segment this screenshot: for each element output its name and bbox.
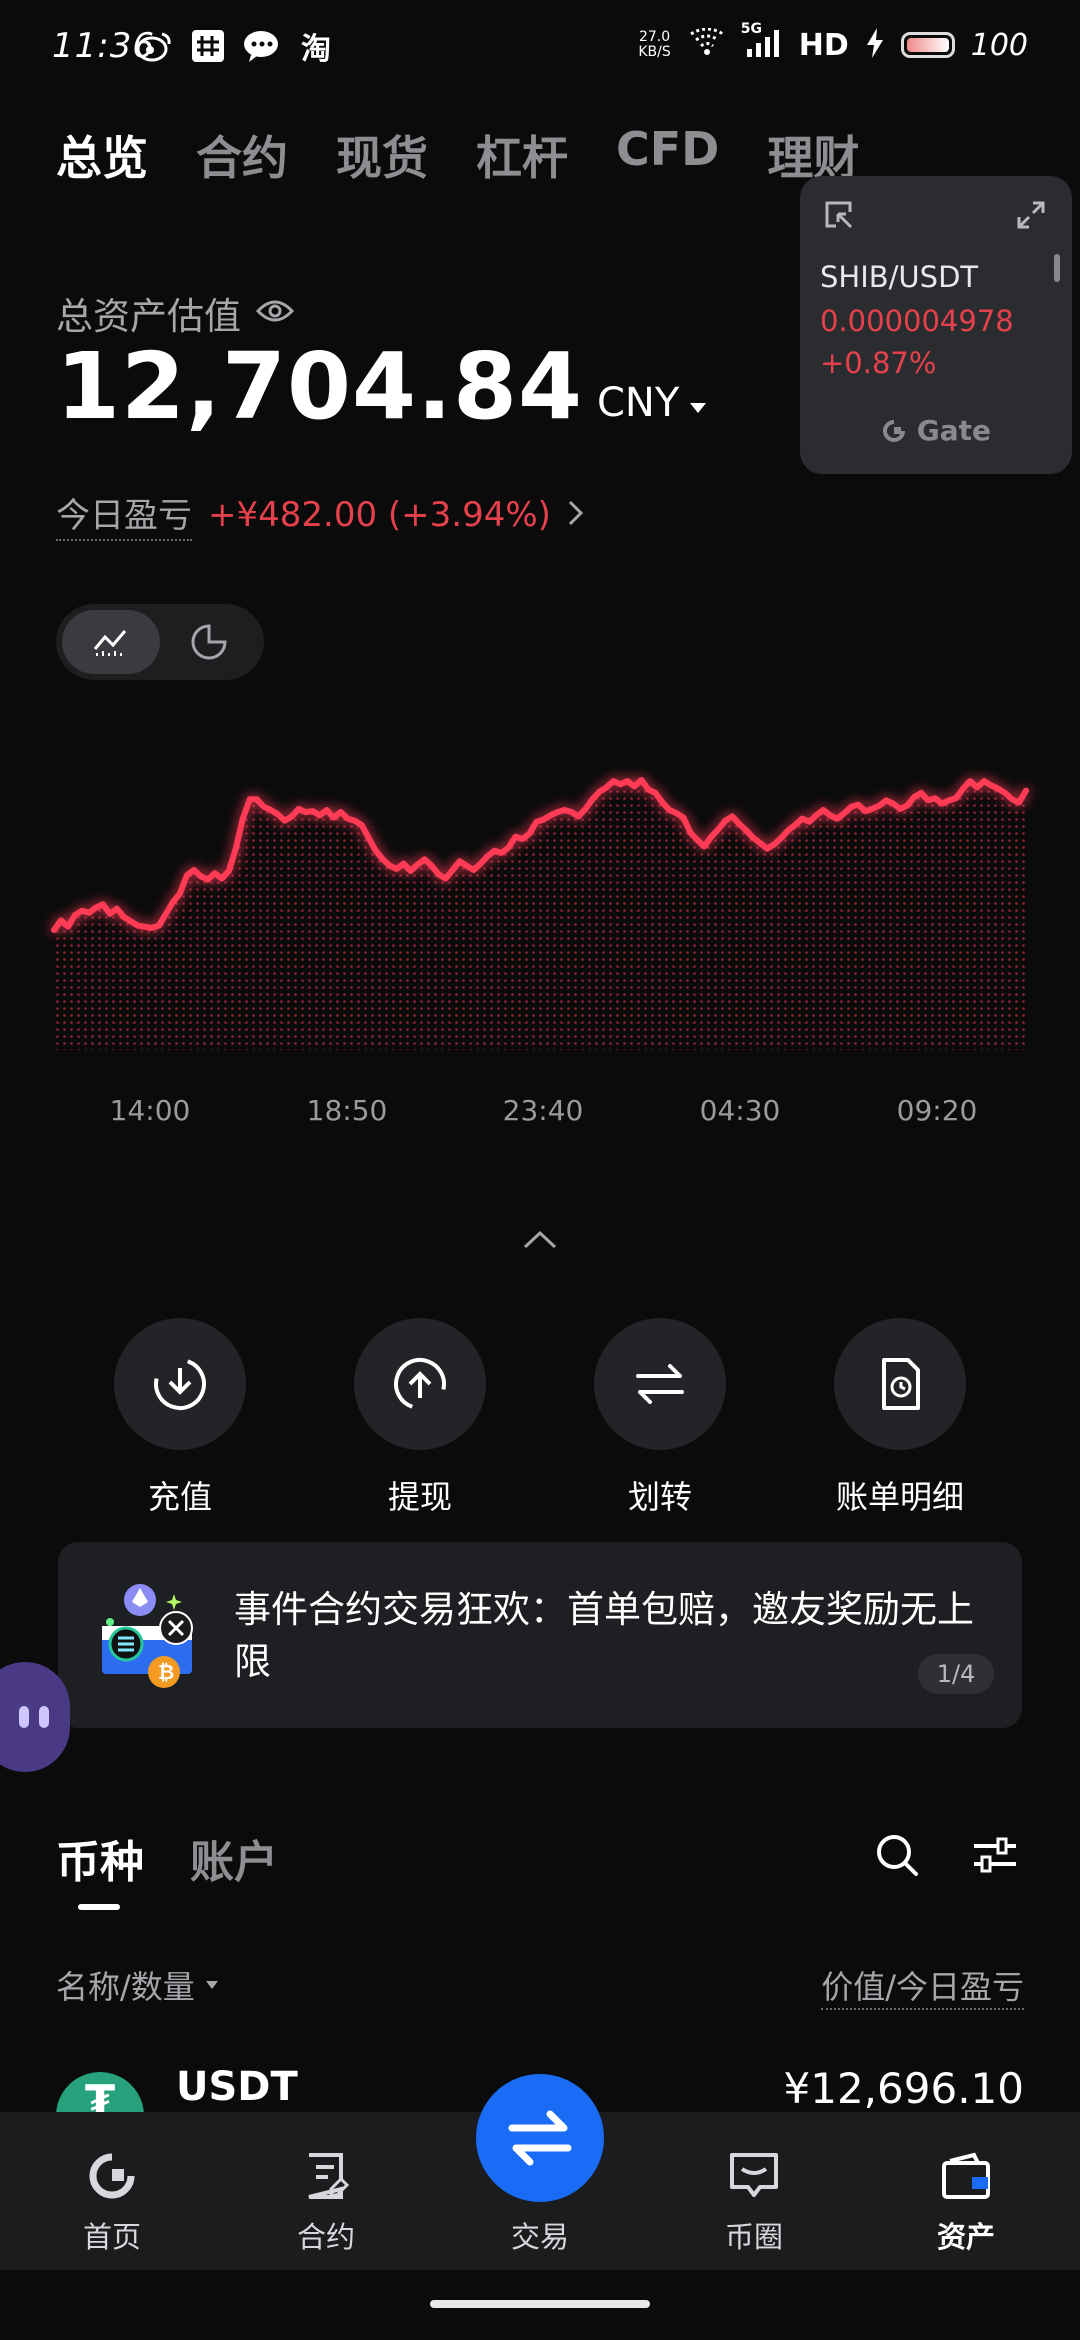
pip-exit-icon[interactable] [824,200,854,234]
caret-down-icon [205,1981,218,1989]
widget-pair: SHIB/USDT [820,260,979,294]
tab-cfd[interactable]: CFD [616,122,719,188]
hash-icon [188,26,228,66]
nav-community[interactable]: 币圈 [684,2148,824,2256]
eye-icon[interactable] [255,296,295,330]
status-indicators: 27.0 KB/S 5G HD 100 [638,21,1028,68]
x-tick-label: 23:40 [502,1094,584,1127]
trade-button[interactable] [476,2074,604,2202]
deposit-button[interactable]: 充值 [80,1318,280,1518]
trade-icon [508,2110,572,2166]
home-indicator[interactable] [430,2300,650,2308]
tab-coins[interactable]: 币种 [56,1826,144,1890]
nav-home[interactable]: 首页 [42,2148,182,2256]
trade-label: 交易 [510,2220,570,2254]
x-tick-label: 09:20 [896,1094,978,1127]
x-tick-label: 18:50 [306,1094,388,1127]
status-bar: 11:36 淘 27.0 KB/S 5G HD 100 [0,0,1080,90]
chart-view-toggle [56,604,264,680]
community-icon [684,2148,824,2204]
promo-banner[interactable]: ₿ 事件合约交易狂欢：首单包赔，邀友奖励无上限 1/4 [58,1542,1022,1728]
tab-overview[interactable]: 总览 [56,122,148,188]
coin-symbol: USDT [176,2064,298,2110]
holdings-tabs: 币种 账户 [56,1826,278,1890]
chart-x-axis: 14:00 18:50 23:40 04:30 09:20 [0,1094,1080,1130]
expand-icon[interactable] [1016,200,1046,234]
bill-details-button[interactable]: 账单明细 [800,1318,1000,1518]
today-pnl-row[interactable]: 今日盈亏 +¥482.00 (+3.94%) [56,488,585,541]
transfer-icon [594,1318,726,1450]
active-tab-indicator [78,1904,120,1910]
asset-overview-screen: 11:36 淘 27.0 KB/S 5G HD 100 总览 合约 现货 杠杆 … [0,0,1080,2340]
withdraw-icon [354,1318,486,1450]
withdraw-button[interactable]: 提现 [320,1318,520,1518]
net-speed: 27.0 KB/S [638,29,671,60]
gate-logo-icon [883,420,905,442]
filter-settings-icon[interactable] [972,1834,1018,1880]
total-asset-value: 12,704.84 [56,333,583,440]
search-icon[interactable] [874,1832,920,1882]
taobao-icon: 淘 [301,32,331,67]
wechat-icon [242,26,282,66]
banner-pager: 1/4 [918,1654,994,1694]
coin-value: ¥12,696.10 [783,2064,1024,2113]
floating-price-widget[interactable]: SHIB/USDT 0.000004978 +0.87% Gate [800,176,1072,474]
today-pnl-value: +¥482.00 (+3.94%) [208,494,551,535]
home-icon [42,2148,182,2204]
chevron-up-icon[interactable] [522,1230,558,1254]
battery-level: 100 [970,27,1028,63]
line-chart-toggle[interactable] [62,610,160,674]
line-chart-icon [93,630,127,656]
currency-selector[interactable]: CNY [597,380,679,426]
widget-change: +0.87% [820,346,937,380]
signal-icon: 5G [741,21,783,63]
charging-icon [865,28,885,62]
x-tick-label: 04:30 [699,1094,781,1127]
caret-down-icon[interactable] [689,399,707,418]
sort-by-name-quantity[interactable]: 名称/数量 [56,1962,219,2008]
contract-icon [256,2148,396,2204]
crypto-coins-illustration: ₿ [98,1578,208,1694]
chart-svg [51,777,1029,1050]
battery-icon [900,32,955,58]
quick-actions: 充值 提现 划转 账单明细 [0,1318,1080,1518]
account-type-tabs: 总览 合约 现货 杠杆 CFD 理财 [56,122,859,188]
widget-price: 0.000004978 [820,304,1014,338]
transfer-button[interactable]: 划转 [560,1318,760,1518]
value-pnl-header[interactable]: 价值/今日盈亏 [821,1962,1024,2010]
wifi-icon [687,27,727,62]
tab-accounts[interactable]: 账户 [190,1826,278,1890]
hd-indicator: HD [798,27,849,63]
svg-text:₿: ₿ [158,1660,174,1684]
tab-margin[interactable]: 杠杆 [476,122,568,188]
chevron-right-icon[interactable] [567,499,585,531]
banner-text: 事件合约交易狂欢：首单包赔，邀友奖励无上限 [234,1588,974,1683]
total-asset-label-row: 总资产估值 [56,286,295,340]
x-tick-label: 14:00 [109,1094,191,1127]
weibo-icon [134,26,174,66]
total-asset-row: 12,704.84 CNY [56,334,707,440]
pie-chart-toggle[interactable] [160,610,258,674]
deposit-icon [114,1318,246,1450]
gate-logo: Gate [800,414,1072,447]
wallet-icon [896,2148,1036,2204]
pie-chart-icon [191,624,227,660]
tab-spot[interactable]: 现货 [336,122,428,188]
nav-assets[interactable]: 资产 [896,2148,1036,2256]
today-pnl-label: 今日盈亏 [56,488,192,541]
nav-contract[interactable]: 合约 [256,2148,396,2256]
bill-icon [834,1318,966,1450]
total-asset-label: 总资产估值 [56,295,241,338]
floating-assistant-handle[interactable] [0,1662,70,1772]
tab-futures[interactable]: 合约 [196,122,288,188]
widget-scrollbar[interactable] [1054,254,1060,282]
